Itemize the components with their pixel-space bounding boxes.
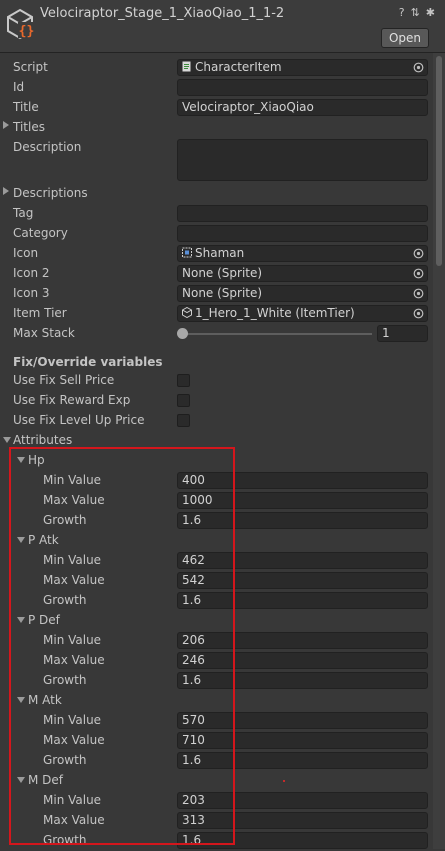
icon-value: Shaman: [195, 246, 245, 260]
scriptable-asset-icon: [182, 307, 192, 318]
foldout-arrow-icon[interactable]: [3, 437, 11, 443]
icon-row: Icon Shaman: [0, 244, 432, 264]
header-divider: [0, 52, 445, 53]
use-fix-sell-price-row: Use Fix Sell Price: [0, 371, 432, 391]
item-tier-value: 1_Hero_1_White (ItemTier): [195, 306, 355, 320]
item-tier-row: Item Tier 1_Hero_1_White (ItemTier): [0, 304, 432, 324]
id-label: Id: [13, 80, 25, 94]
annotation-highlight-box: [9, 447, 235, 845]
annotation-dot: [283, 780, 285, 782]
use-fix-level-up-price-row: Use Fix Level Up Price: [0, 411, 432, 431]
titles-foldout[interactable]: Titles: [0, 118, 432, 138]
titles-label: Titles: [13, 120, 45, 134]
help-icon[interactable]: ?: [399, 6, 405, 19]
asset-title: Velociraptor_Stage_1_XiaoQiao_1_1-2: [40, 6, 285, 21]
title-input[interactable]: Velociraptor_XiaoQiao: [177, 99, 428, 116]
title-label: Title: [13, 100, 39, 114]
max-stack-slider-track[interactable]: [182, 333, 372, 335]
use-fix-level-up-price-label: Use Fix Level Up Price: [13, 413, 145, 427]
item-tier-field[interactable]: 1_Hero_1_White (ItemTier): [177, 305, 428, 322]
icon-label: Icon: [13, 246, 39, 260]
descriptions-label: Descriptions: [13, 186, 88, 200]
item-tier-label: Item Tier: [13, 306, 67, 320]
max-stack-label: Max Stack: [13, 326, 75, 340]
foldout-arrow-icon[interactable]: [3, 121, 9, 129]
svg-text:{}: {}: [19, 24, 35, 39]
icon2-label: Icon 2: [13, 266, 50, 280]
id-input[interactable]: [177, 79, 428, 96]
scrollbar-thumb[interactable]: [436, 56, 442, 266]
title-row: Title Velociraptor_XiaoQiao: [0, 98, 432, 118]
script-row: Script CharacterItem: [0, 58, 432, 78]
script-value: CharacterItem: [195, 60, 282, 74]
use-fix-reward-exp-label: Use Fix Reward Exp: [13, 393, 131, 407]
icon3-value: None (Sprite): [182, 286, 263, 300]
preset-icon[interactable]: ⇅: [411, 6, 420, 19]
use-fix-reward-exp-row: Use Fix Reward Exp: [0, 391, 432, 411]
object-picker-icon[interactable]: [413, 308, 424, 319]
category-input[interactable]: [177, 225, 428, 242]
script-label: Script: [13, 60, 48, 74]
object-picker-icon[interactable]: [413, 248, 424, 259]
use-fix-sell-price-label: Use Fix Sell Price: [13, 373, 115, 387]
scriptable-object-icon: {}: [7, 8, 35, 40]
gear-icon[interactable]: ✱: [426, 6, 435, 19]
use-fix-level-up-price-checkbox[interactable]: [177, 414, 190, 427]
icon3-row: Icon 3 None (Sprite): [0, 284, 432, 304]
object-picker-icon[interactable]: [413, 62, 424, 73]
icon2-field[interactable]: None (Sprite): [177, 265, 428, 282]
inspector-header: {} Velociraptor_Stage_1_XiaoQiao_1_1-2 ?…: [0, 0, 445, 52]
object-picker-icon[interactable]: [413, 288, 424, 299]
category-row: Category: [0, 224, 432, 244]
description-textarea[interactable]: [177, 139, 428, 181]
override-section: Fix/Override variables: [0, 353, 432, 373]
max-stack-slider-handle[interactable]: [177, 328, 188, 339]
description-label: Description: [13, 140, 82, 154]
icon2-row: Icon 2 None (Sprite): [0, 264, 432, 284]
script-field[interactable]: CharacterItem: [177, 59, 428, 76]
tag-row: Tag: [0, 204, 432, 224]
max-stack-input[interactable]: 1: [377, 325, 428, 342]
object-picker-icon[interactable]: [413, 268, 424, 279]
attributes-label: Attributes: [13, 433, 73, 447]
override-heading: Fix/Override variables: [13, 355, 163, 369]
foldout-arrow-icon[interactable]: [3, 187, 9, 195]
icon3-field[interactable]: None (Sprite): [177, 285, 428, 302]
use-fix-reward-exp-checkbox[interactable]: [177, 394, 190, 407]
sprite-icon: [182, 247, 192, 258]
category-label: Category: [13, 226, 68, 240]
descriptions-foldout[interactable]: Descriptions: [0, 184, 432, 204]
use-fix-sell-price-checkbox[interactable]: [177, 374, 190, 387]
script-file-icon: [182, 61, 191, 72]
id-row: Id: [0, 78, 432, 98]
max-stack-row: Max Stack 1: [0, 324, 432, 344]
tag-input[interactable]: [177, 205, 428, 222]
description-row: Description: [0, 138, 432, 184]
icon2-value: None (Sprite): [182, 266, 263, 280]
icon-field[interactable]: Shaman: [177, 245, 428, 262]
open-button[interactable]: Open: [380, 28, 429, 48]
tag-label: Tag: [13, 206, 34, 220]
icon3-label: Icon 3: [13, 286, 50, 300]
